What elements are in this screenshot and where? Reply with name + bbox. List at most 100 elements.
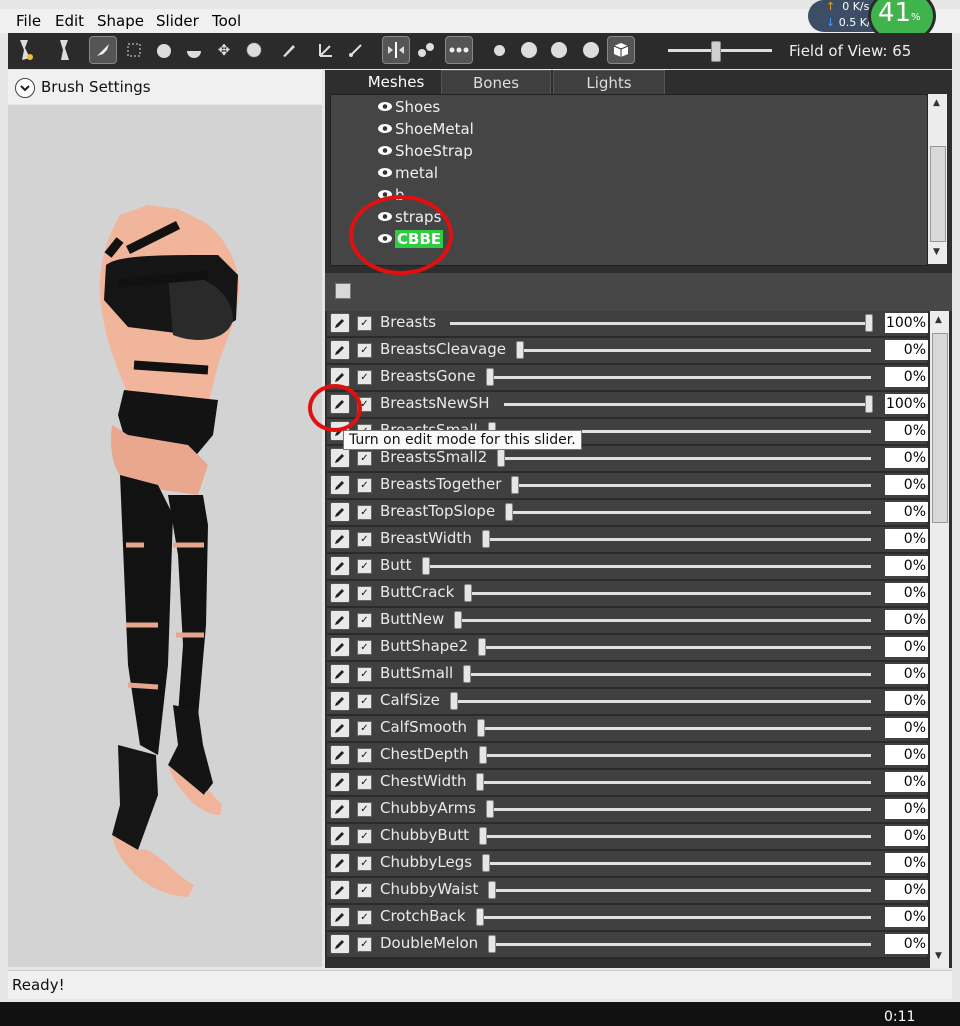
slider-thumb[interactable]	[486, 368, 494, 386]
menu-slider[interactable]: Slider	[156, 12, 199, 30]
slider-enable-checkbox[interactable]: ✓	[357, 505, 372, 520]
pencil-icon[interactable]	[330, 772, 350, 792]
menu-edit[interactable]: Edit	[55, 12, 84, 30]
slider-track[interactable]	[450, 322, 871, 325]
slider-enable-checkbox[interactable]: ✓	[357, 586, 372, 601]
slider-track[interactable]	[486, 538, 871, 541]
mesh-list-scrollbar[interactable]: ▲ ▼	[928, 94, 947, 264]
brush-settings-header[interactable]: Brush Settings	[8, 70, 322, 104]
slider-thumb[interactable]	[516, 341, 524, 359]
slider-enable-checkbox[interactable]: ✓	[357, 775, 372, 790]
slider-value-field[interactable]: 0%	[885, 691, 928, 711]
slider-thumb[interactable]	[476, 908, 484, 926]
slider-value-field[interactable]: 0%	[885, 367, 928, 387]
slider-track[interactable]	[520, 349, 871, 352]
slider-track[interactable]	[480, 916, 871, 919]
pencil-icon[interactable]	[330, 502, 350, 522]
slider-thumb[interactable]	[454, 611, 462, 629]
pencil-icon[interactable]	[330, 448, 350, 468]
slider-enable-checkbox[interactable]: ✓	[357, 370, 372, 385]
slider-thumb[interactable]	[479, 746, 487, 764]
pencil-icon[interactable]	[330, 664, 350, 684]
slider-enable-checkbox[interactable]: ✓	[357, 451, 372, 466]
slider-thumb[interactable]	[488, 881, 496, 899]
pencil-icon[interactable]	[330, 340, 350, 360]
slider-enable-checkbox[interactable]: ✓	[357, 910, 372, 925]
pencil-icon[interactable]	[330, 853, 350, 873]
menu-file[interactable]: File	[16, 12, 41, 30]
slider-thumb[interactable]	[482, 854, 490, 872]
slider-thumb[interactable]	[865, 395, 873, 413]
slider-enable-checkbox[interactable]: ✓	[357, 829, 372, 844]
medium-brush-icon[interactable]	[516, 37, 542, 63]
slider-enable-checkbox[interactable]: ✓	[357, 937, 372, 952]
slider-value-field[interactable]: 0%	[885, 718, 928, 738]
slider-value-field[interactable]: 0%	[885, 772, 928, 792]
eye-icon[interactable]	[377, 123, 393, 134]
slider-track[interactable]	[515, 484, 871, 487]
pencil-icon[interactable]	[330, 583, 350, 603]
slider-thumb[interactable]	[486, 800, 494, 818]
pencil-icon[interactable]	[330, 826, 350, 846]
mesh-item[interactable]: Shoes	[377, 98, 440, 116]
xlarge-brush-icon[interactable]	[578, 37, 604, 63]
slider-value-field[interactable]: 100%	[885, 313, 928, 333]
menu-tool[interactable]: Tool	[212, 12, 241, 30]
pencil-icon[interactable]	[330, 637, 350, 657]
field-of-view-slider-thumb[interactable]	[711, 41, 721, 62]
slider-track[interactable]	[492, 889, 871, 892]
pencil-icon[interactable]	[330, 934, 350, 954]
weight-brush-icon[interactable]	[276, 37, 302, 63]
slider-value-field[interactable]: 0%	[885, 475, 928, 495]
slider-value-field[interactable]: 0%	[885, 853, 928, 873]
slider-thumb[interactable]	[464, 584, 472, 602]
slider-thumb[interactable]	[497, 449, 505, 467]
slider-enable-checkbox[interactable]: ✓	[357, 721, 372, 736]
pencil-icon[interactable]	[330, 718, 350, 738]
menu-shape[interactable]: Shape	[97, 12, 144, 30]
slider-value-field[interactable]: 0%	[885, 664, 928, 684]
slider-value-field[interactable]: 0%	[885, 421, 928, 441]
mask-brush-icon[interactable]	[121, 37, 147, 63]
slider-thumb[interactable]	[478, 638, 486, 656]
slider-track[interactable]	[454, 700, 871, 703]
large-brush-icon[interactable]	[546, 37, 572, 63]
transform-tool-icon[interactable]	[313, 37, 339, 63]
pencil-icon[interactable]	[330, 529, 350, 549]
slider-value-field[interactable]: 0%	[885, 448, 928, 468]
tab-bones[interactable]: Bones	[441, 70, 551, 96]
load-outfit-icon[interactable]	[50, 37, 76, 63]
slider-track[interactable]	[483, 835, 871, 838]
smooth-brush-icon[interactable]	[241, 37, 267, 63]
slider-enable-checkbox[interactable]: ✓	[357, 802, 372, 817]
slider-enable-checkbox[interactable]: ✓	[357, 613, 372, 628]
slider-track[interactable]	[486, 862, 871, 865]
slider-value-field[interactable]: 0%	[885, 880, 928, 900]
slider-thumb[interactable]	[511, 476, 519, 494]
slider-enable-checkbox[interactable]: ✓	[357, 316, 372, 331]
slider-track[interactable]	[504, 403, 871, 406]
pencil-icon[interactable]	[330, 610, 350, 630]
small-brush-icon[interactable]	[486, 37, 512, 63]
slider-enable-checkbox[interactable]: ✓	[357, 694, 372, 709]
slider-enable-checkbox[interactable]: ✓	[357, 640, 372, 655]
slider-thumb[interactable]	[479, 827, 487, 845]
slider-track[interactable]	[426, 565, 871, 568]
slider-value-field[interactable]: 0%	[885, 583, 928, 603]
slider-enable-checkbox[interactable]: ✓	[357, 667, 372, 682]
slider-value-field[interactable]: 0%	[885, 529, 928, 549]
tab-lights[interactable]: Lights	[553, 70, 665, 96]
pencil-icon[interactable]	[330, 799, 350, 819]
slider-track[interactable]	[468, 592, 871, 595]
pencil-icon[interactable]	[330, 907, 350, 927]
slider-track[interactable]	[490, 808, 871, 811]
slider-enable-checkbox[interactable]: ✓	[357, 343, 372, 358]
slider-value-field[interactable]: 0%	[885, 826, 928, 846]
slider-value-field[interactable]: 0%	[885, 907, 928, 927]
slider-track[interactable]	[509, 511, 871, 514]
slider-thumb[interactable]	[422, 557, 430, 575]
slider-value-field[interactable]: 0%	[885, 799, 928, 819]
x-mirror-icon[interactable]	[382, 36, 410, 64]
deflate-brush-icon[interactable]	[181, 37, 207, 63]
3d-viewport[interactable]	[8, 105, 322, 967]
